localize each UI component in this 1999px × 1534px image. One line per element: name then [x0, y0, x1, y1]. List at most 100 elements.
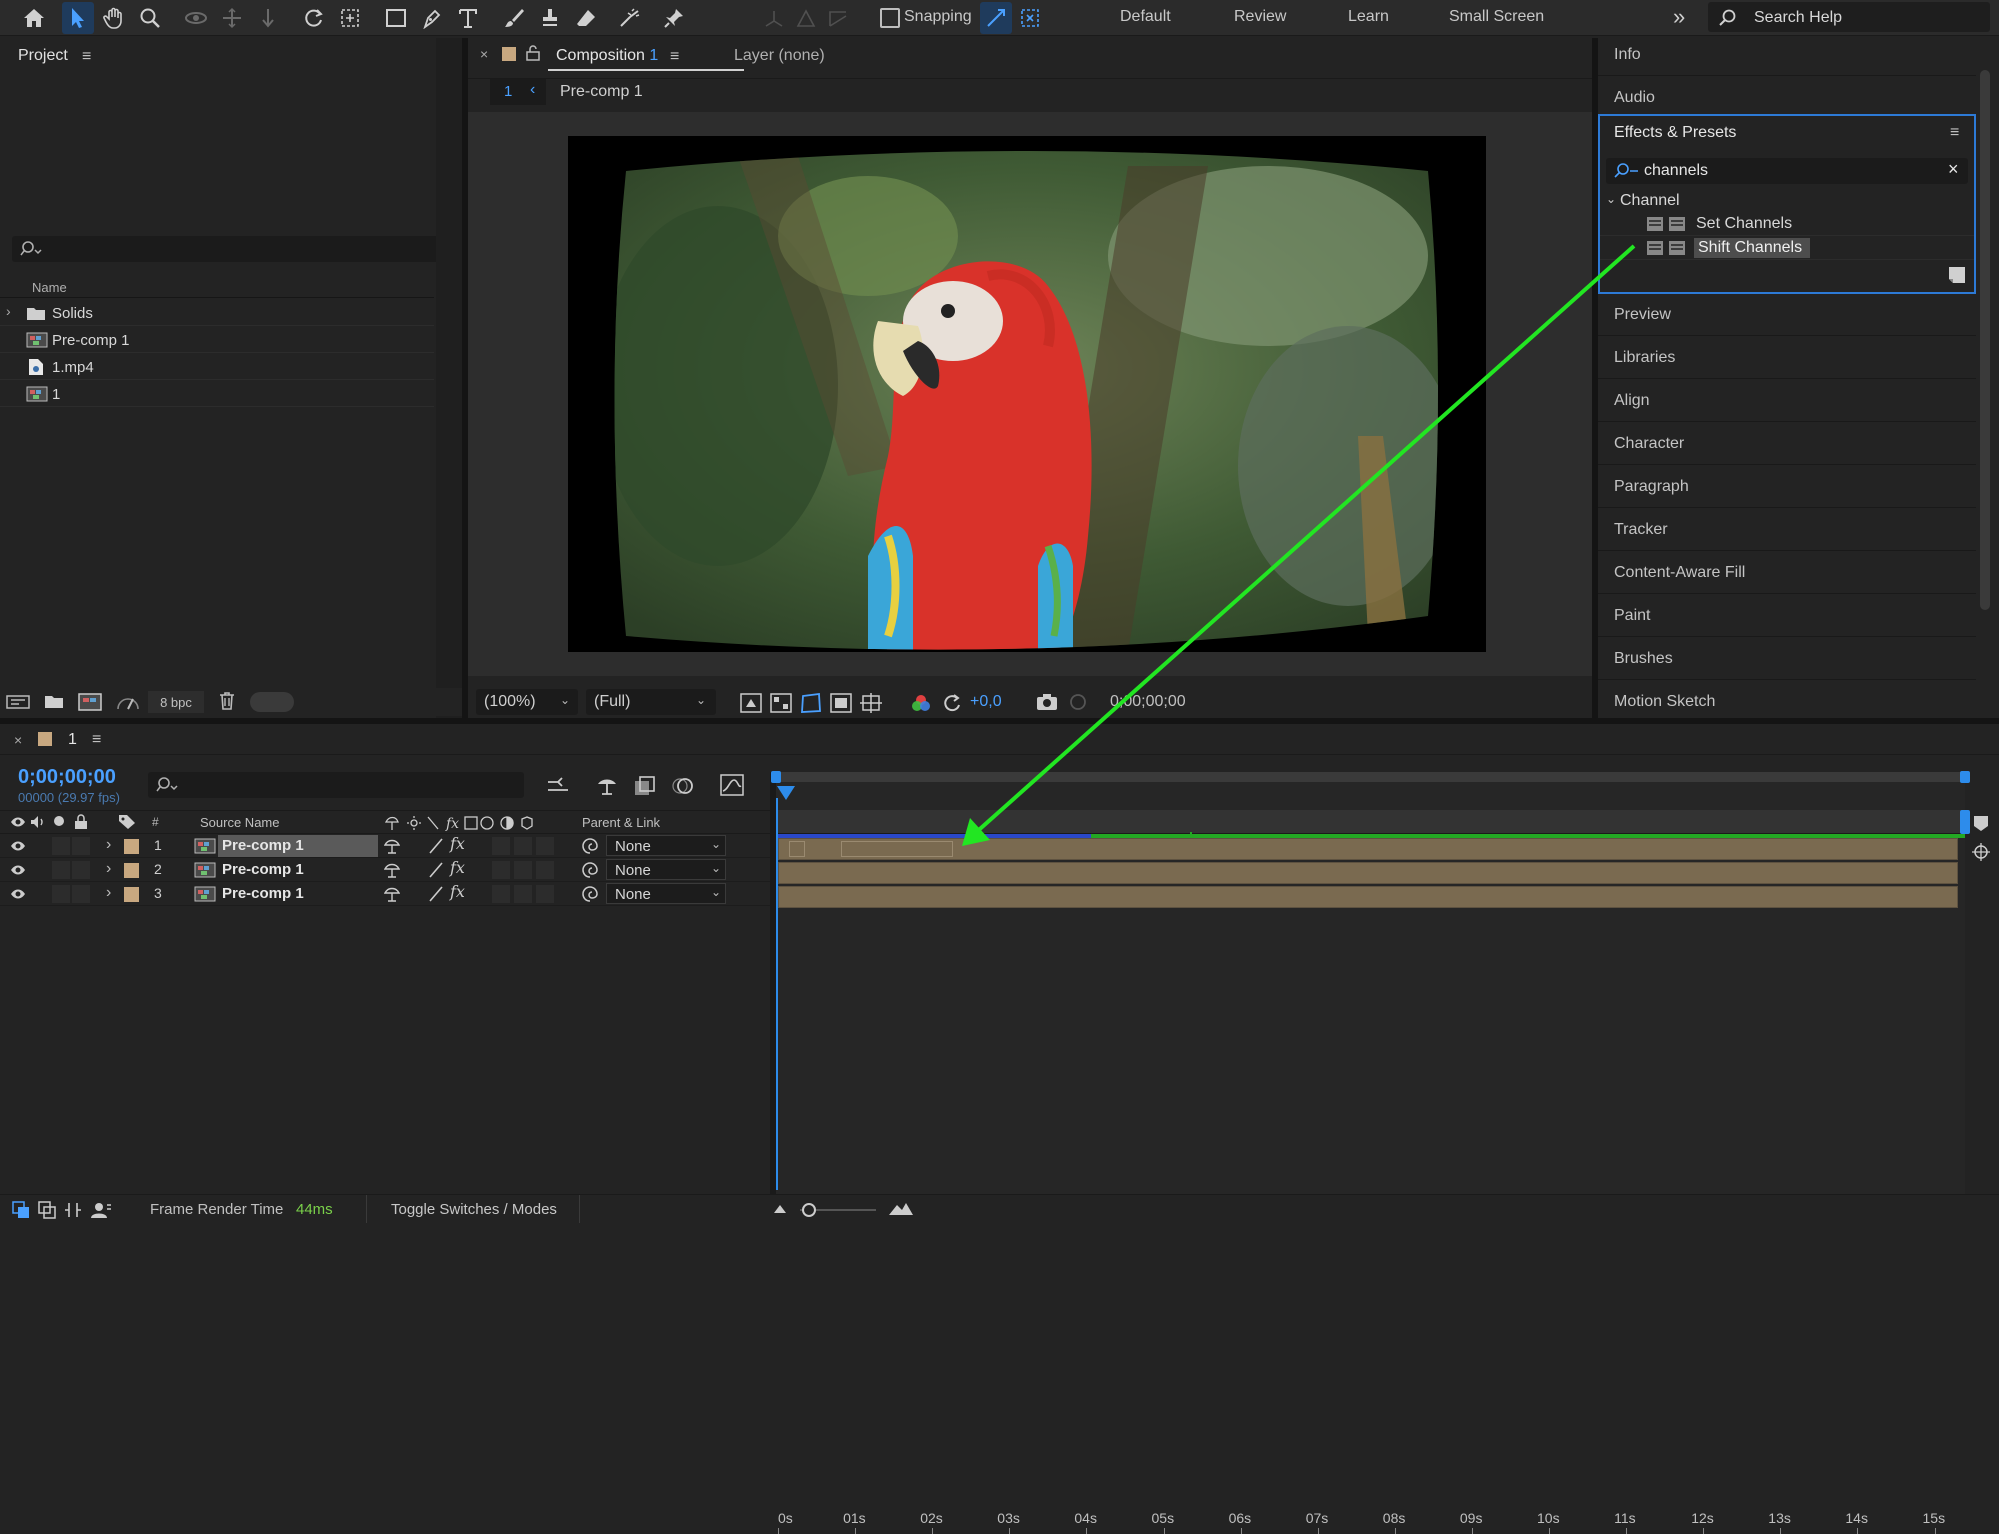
- pick-whip-icon[interactable]: [582, 886, 598, 902]
- effects-presets-title[interactable]: Effects & Presets: [1614, 124, 1736, 142]
- exposure-value[interactable]: +0,0: [970, 693, 1002, 711]
- lock-icon[interactable]: [526, 45, 540, 61]
- more-workspaces-icon[interactable]: »: [1673, 4, 1685, 30]
- effects-switch-icon[interactable]: fx: [450, 882, 465, 901]
- layer-bar-1[interactable]: [778, 838, 1958, 860]
- motion-blur-switch[interactable]: [492, 885, 510, 903]
- composition-tab[interactable]: Composition 1: [556, 47, 658, 65]
- breadcrumb-nav[interactable]: 1 ‹: [490, 79, 546, 105]
- layer-label-color[interactable]: [124, 839, 139, 854]
- navigator-end-handle[interactable]: [1960, 771, 1970, 783]
- channel-rgb-icon[interactable]: [910, 693, 932, 713]
- label-tag-icon[interactable]: [118, 814, 136, 830]
- effects-switch-icon[interactable]: fx: [450, 858, 465, 877]
- graph-editor-icon[interactable]: [720, 774, 744, 796]
- transfer-controls-icon[interactable]: [38, 1201, 56, 1219]
- grid-guides-icon[interactable]: [860, 693, 882, 713]
- reset-exposure-icon[interactable]: [942, 693, 962, 713]
- 3d-layer-switch[interactable]: [536, 885, 554, 903]
- zoom-slider-thumb[interactable]: [802, 1203, 816, 1217]
- snapshot-icon[interactable]: [1036, 693, 1058, 711]
- type-tool-icon[interactable]: [452, 2, 484, 34]
- project-item-solids[interactable]: › Solids: [0, 300, 455, 326]
- parent-select[interactable]: None ⌄: [606, 883, 726, 904]
- content-aware-fill-panel-tab[interactable]: Content-Aware Fill: [1598, 552, 1976, 594]
- parent-select[interactable]: None ⌄: [606, 835, 726, 856]
- effect-category-channel[interactable]: Channel: [1620, 192, 1680, 210]
- eye-icon[interactable]: [10, 815, 26, 829]
- snap-edges-icon[interactable]: [980, 2, 1012, 34]
- motion-blur-switch[interactable]: [492, 861, 510, 879]
- shy-switch-icon[interactable]: [384, 838, 400, 854]
- project-settings-icon[interactable]: [116, 693, 140, 711]
- shy-switch-icon[interactable]: [384, 862, 400, 878]
- orbit-camera-icon[interactable]: [180, 2, 212, 34]
- work-area-bar[interactable]: [776, 810, 1965, 834]
- pan-camera-icon[interactable]: [216, 2, 248, 34]
- clone-stamp-icon[interactable]: [534, 2, 566, 34]
- panel-menu-icon[interactable]: ≡: [1950, 124, 1959, 142]
- pen-tool-icon[interactable]: [416, 2, 448, 34]
- new-composition-icon[interactable]: [78, 693, 102, 711]
- expand-arrow-icon[interactable]: ›: [106, 860, 111, 878]
- zoom-in-mountain-icon[interactable]: [888, 1200, 914, 1216]
- region-of-interest-icon[interactable]: [830, 693, 852, 713]
- 3d-layer-switch[interactable]: [536, 837, 554, 855]
- rectangle-tool-icon[interactable]: [380, 2, 412, 34]
- shy-layers-icon[interactable]: [596, 776, 618, 796]
- timeline-tab[interactable]: 1: [68, 731, 77, 749]
- workspace-small-screen[interactable]: Small Screen: [1449, 8, 1544, 26]
- snap-features-icon[interactable]: [1014, 2, 1046, 34]
- mask-visibility-icon[interactable]: [800, 693, 822, 713]
- axis-local-icon[interactable]: [758, 2, 790, 34]
- solo-switch[interactable]: [52, 885, 70, 903]
- search-help-field[interactable]: Search Help: [1708, 2, 1990, 32]
- comp-mini-flowchart-icon[interactable]: [546, 776, 570, 796]
- paint-panel-tab[interactable]: Paint: [1598, 595, 1976, 637]
- workspace-learn[interactable]: Learn: [1348, 8, 1389, 26]
- layer-name[interactable]: Pre-comp 1: [218, 859, 378, 881]
- work-area-end[interactable]: [1960, 810, 1970, 834]
- navigator-start-handle[interactable]: [771, 771, 781, 783]
- project-panel-title[interactable]: Project: [18, 47, 68, 65]
- effects-switch-icon[interactable]: fx: [450, 834, 465, 853]
- new-preset-icon[interactable]: [1948, 266, 1966, 284]
- layer-bar-2[interactable]: [778, 862, 1958, 884]
- solo-switch[interactable]: [52, 861, 70, 879]
- puppet-pin-icon[interactable]: [658, 2, 690, 34]
- eraser-tool-icon[interactable]: [570, 2, 602, 34]
- expand-arrow-icon[interactable]: ›: [6, 303, 11, 319]
- close-tab-icon[interactable]: ×: [14, 732, 22, 748]
- 3d-layer-switch[interactable]: [536, 861, 554, 879]
- workspace-review[interactable]: Review: [1234, 8, 1286, 26]
- align-panel-tab[interactable]: Align: [1598, 380, 1976, 422]
- effect-item-set-channels[interactable]: Set Channels: [1600, 212, 1974, 236]
- project-item-comp[interactable]: 1: [0, 381, 434, 407]
- brushes-panel-tab[interactable]: Brushes: [1598, 638, 1976, 680]
- quality-switch-icon[interactable]: [428, 838, 444, 854]
- eye-icon[interactable]: [10, 863, 26, 877]
- column-number[interactable]: #: [152, 815, 159, 829]
- project-menu-icon[interactable]: ≡: [82, 48, 91, 66]
- trash-icon[interactable]: [218, 691, 236, 711]
- shy-switch-icon[interactable]: [384, 886, 400, 902]
- timeline-search-input[interactable]: [148, 772, 524, 798]
- paragraph-panel-tab[interactable]: Paragraph: [1598, 466, 1976, 508]
- layer-row[interactable]: › 2 Pre-comp 1 fx None ⌄: [0, 858, 770, 882]
- effect-item-shift-channels[interactable]: Shift Channels: [1600, 236, 1974, 260]
- lock-icon[interactable]: [74, 814, 88, 830]
- frame-blending-icon[interactable]: [634, 776, 656, 796]
- playhead-handle[interactable]: [777, 786, 795, 800]
- pick-whip-icon[interactable]: [582, 862, 598, 878]
- character-panel-tab[interactable]: Character: [1598, 423, 1976, 465]
- toggle-switches-modes-button[interactable]: Toggle Switches / Modes: [366, 1195, 580, 1223]
- clear-search-icon[interactable]: ×: [1948, 159, 1959, 180]
- rotation-tool-icon[interactable]: [298, 2, 330, 34]
- motion-blur-icon[interactable]: [672, 776, 694, 796]
- breadcrumb[interactable]: Pre-comp 1: [560, 83, 643, 101]
- expand-arrow-icon[interactable]: ›: [106, 836, 111, 854]
- layer-tab[interactable]: Layer (none): [734, 47, 825, 65]
- project-item-footage[interactable]: 1.mp4: [0, 354, 434, 380]
- eye-icon[interactable]: [10, 839, 26, 853]
- home-icon[interactable]: [18, 2, 50, 34]
